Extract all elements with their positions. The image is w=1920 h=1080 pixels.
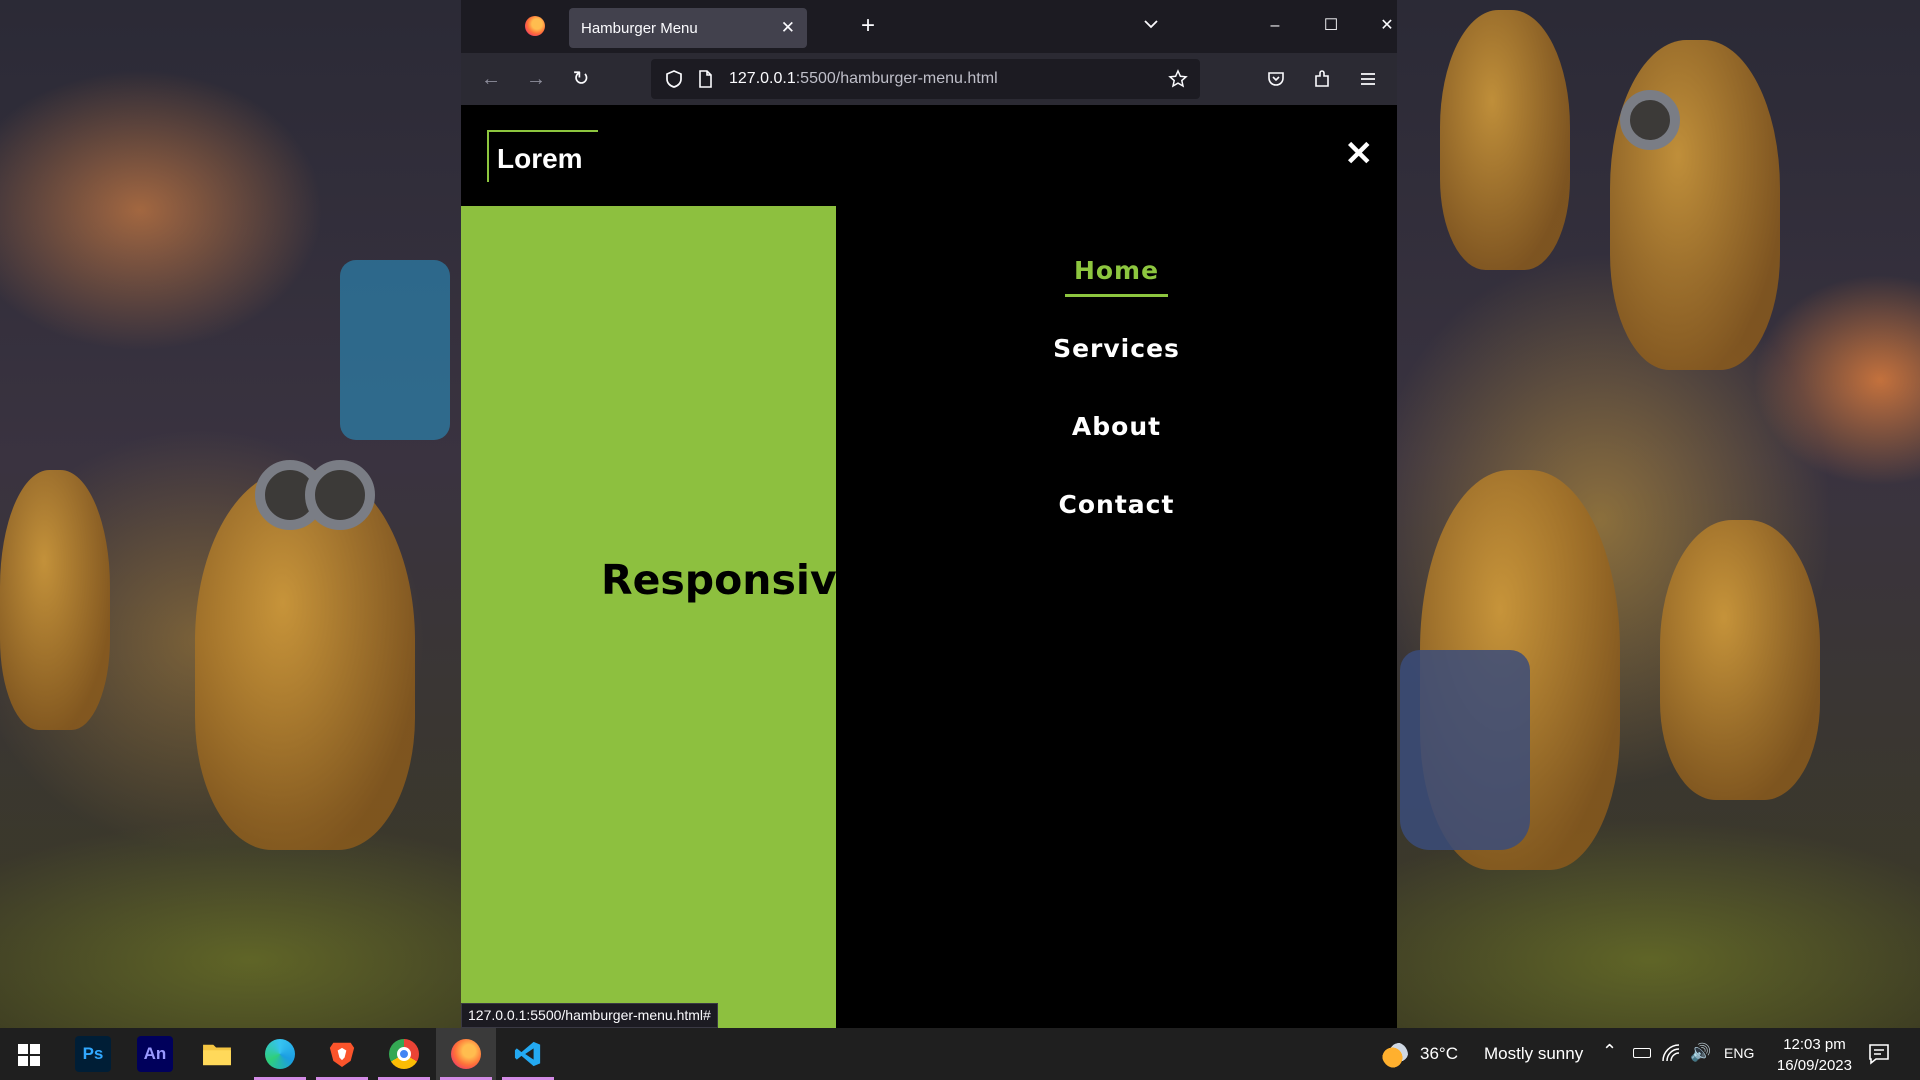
windows-start-icon[interactable] — [18, 1044, 40, 1066]
reload-icon[interactable]: ↻ — [567, 65, 595, 93]
menu-item-about[interactable]: About — [836, 412, 1397, 441]
battery-icon[interactable] — [1633, 1048, 1651, 1058]
url-text[interactable]: 127.0.0.1:5500/hamburger-menu.html — [729, 70, 998, 88]
status-bar-link: 127.0.0.1:5500/hamburger-menu.html# — [461, 1003, 718, 1028]
weather-temp[interactable]: 36°C — [1420, 1044, 1458, 1064]
url-bar[interactable]: 127.0.0.1:5500/hamburger-menu.html — [651, 59, 1200, 99]
file-explorer-icon[interactable] — [199, 1036, 235, 1072]
close-menu-icon[interactable]: ✕ — [1345, 137, 1374, 171]
close-icon[interactable]: ✕ — [781, 18, 795, 38]
taskbar: Ps An 36°C Mostly sunny ⌃ 🔊 ENG 12:03 pm… — [0, 1028, 1920, 1080]
hero-heading: Responsive — [601, 556, 836, 604]
wallpaper-figure — [305, 460, 375, 530]
nav-menu: Home Services About Contact — [836, 206, 1397, 1028]
wallpaper-figure — [1660, 520, 1820, 800]
url-path: :5500/hamburger-menu.html — [795, 70, 998, 87]
language-indicator[interactable]: ENG — [1724, 1045, 1754, 1061]
animate-icon[interactable]: An — [137, 1036, 173, 1072]
hamburger-menu-icon[interactable] — [1358, 69, 1378, 89]
minimize-icon[interactable]: – — [1255, 10, 1295, 42]
chrome-icon[interactable] — [386, 1036, 422, 1072]
active-underline — [1065, 294, 1168, 297]
hero-panel: Responsive — [461, 206, 836, 1028]
vscode-icon[interactable] — [510, 1036, 546, 1072]
shield-icon[interactable] — [664, 69, 684, 89]
volume-icon[interactable]: 🔊 — [1690, 1043, 1711, 1063]
maximize-icon[interactable]: ☐ — [1311, 10, 1351, 42]
star-icon[interactable] — [1168, 69, 1188, 89]
wifi-icon[interactable] — [1661, 1043, 1681, 1063]
navigation-toolbar: ← → ↻ 127.0.0.1:5500/hamburger-menu.html — [461, 53, 1397, 105]
extensions-icon[interactable] — [1312, 69, 1332, 89]
clock-time: 12:03 pm — [1783, 1036, 1846, 1053]
wallpaper-figure — [340, 260, 450, 440]
tab-hamburger-menu[interactable]: Hamburger Menu ✕ — [569, 8, 807, 48]
forward-arrow-icon[interactable]: → — [522, 65, 550, 93]
wallpaper-figure — [1620, 90, 1680, 150]
page-icon[interactable] — [695, 69, 715, 89]
clock-date: 16/09/2023 — [1776, 1057, 1852, 1074]
notifications-icon[interactable] — [1868, 1043, 1890, 1065]
menu-item-home[interactable]: Home — [836, 256, 1397, 285]
web-page: Lorem ✕ Responsive Home Services About C… — [461, 105, 1397, 1028]
menu-item-contact[interactable]: Contact — [836, 490, 1397, 519]
url-host: 127.0.0.1 — [729, 70, 796, 87]
weather-icon[interactable] — [1382, 1042, 1408, 1068]
weather-desc[interactable]: Mostly sunny — [1484, 1044, 1583, 1064]
window-close-icon[interactable]: ✕ — [1367, 10, 1407, 42]
site-logo[interactable]: Lorem — [487, 130, 598, 182]
wallpaper-figure — [1610, 40, 1780, 370]
tab-title: Hamburger Menu — [581, 19, 698, 37]
system-clock[interactable]: 12:03 pm 16/09/2023 — [1777, 1034, 1852, 1076]
new-tab-icon[interactable]: + — [861, 12, 875, 40]
wallpaper-figure — [195, 470, 415, 850]
pocket-icon[interactable] — [1266, 69, 1286, 89]
tab-bar: Hamburger Menu ✕ + – ☐ ✕ — [461, 0, 1397, 53]
firefox-taskbar-icon[interactable] — [448, 1036, 484, 1072]
wallpaper-figure — [0, 470, 110, 730]
menu-item-services[interactable]: Services — [836, 334, 1397, 363]
edge-icon[interactable] — [262, 1036, 298, 1072]
wallpaper-figure — [1400, 650, 1530, 850]
brave-icon[interactable] — [324, 1036, 360, 1072]
browser-window: Hamburger Menu ✕ + – ☐ ✕ ← → ↻ 127.0.0.1… — [461, 0, 1397, 1028]
chevron-up-icon[interactable]: ⌃ — [1602, 1041, 1617, 1062]
firefox-icon[interactable] — [525, 16, 545, 36]
logo-text: Lorem — [497, 143, 583, 174]
back-arrow-icon[interactable]: ← — [477, 65, 505, 93]
chevron-down-icon[interactable] — [1141, 14, 1161, 34]
photoshop-icon[interactable]: Ps — [75, 1036, 111, 1072]
wallpaper-figure — [1440, 10, 1570, 270]
